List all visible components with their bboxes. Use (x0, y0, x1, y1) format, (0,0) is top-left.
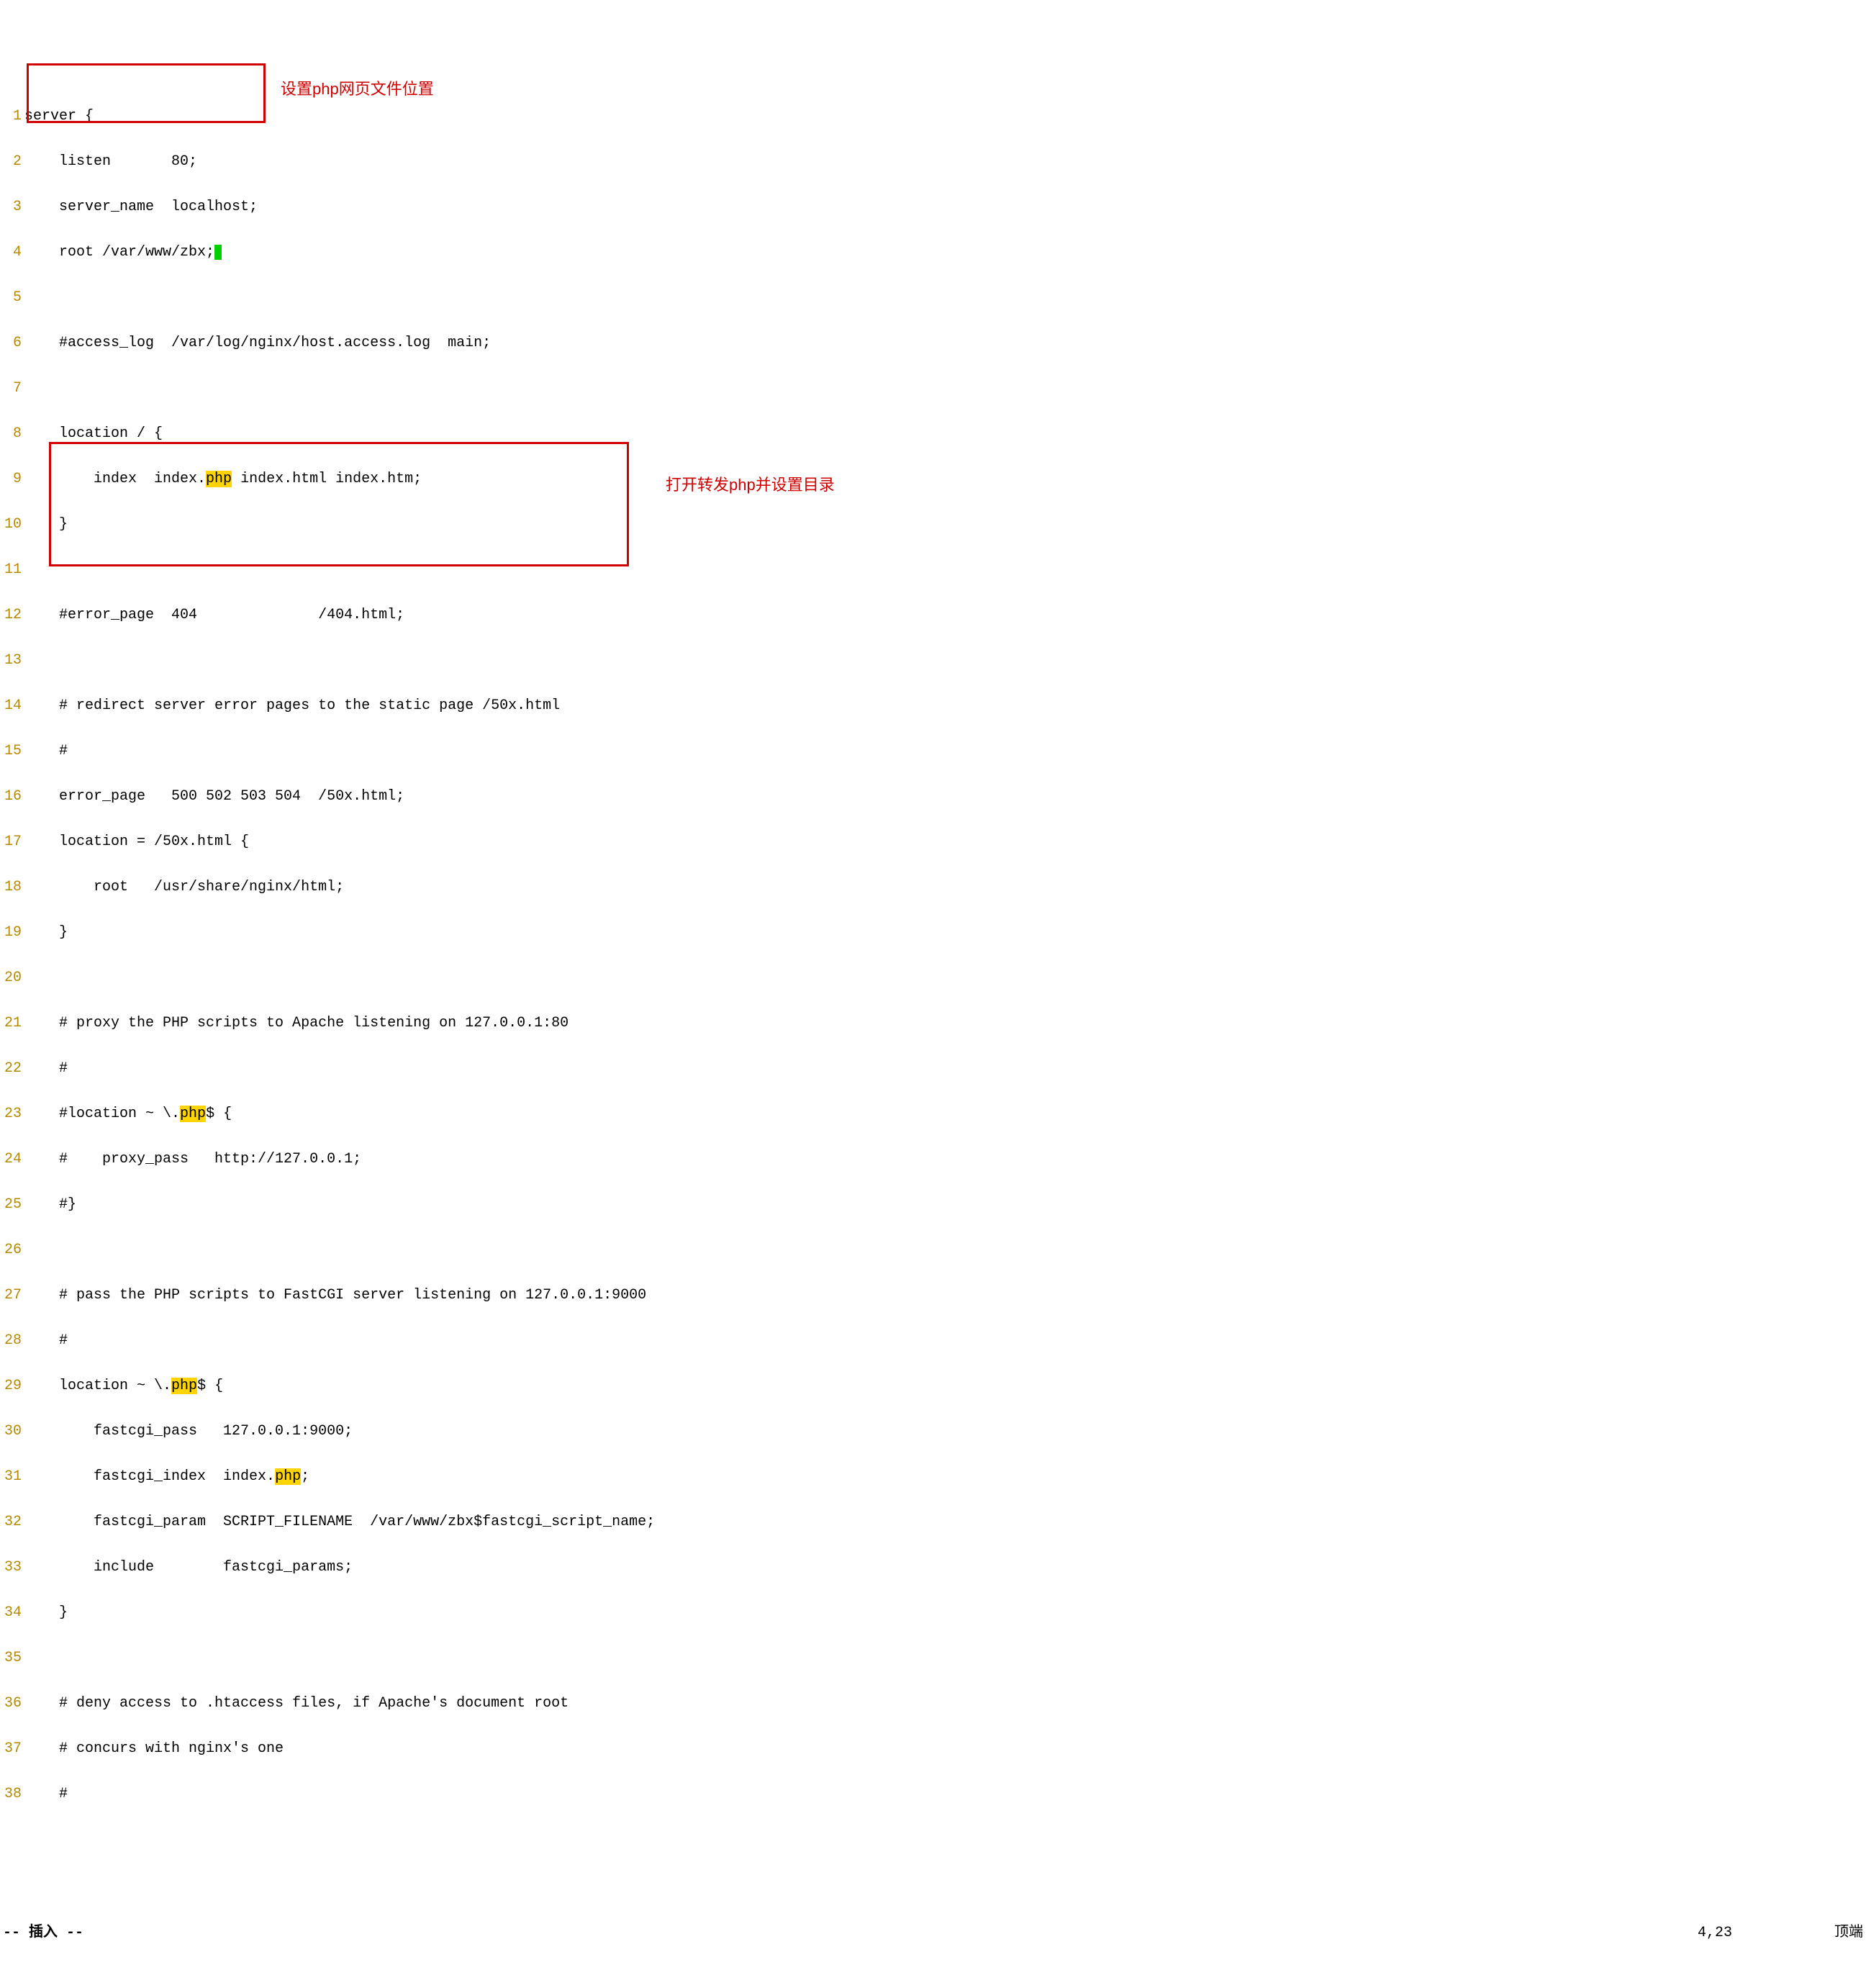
search-highlight: php (206, 471, 232, 487)
search-highlight: php (180, 1106, 206, 1122)
line-number: 38 (0, 1786, 24, 1802)
line-number: 8 (0, 426, 24, 441)
code-line[interactable]: include fastcgi_params; (24, 1560, 1866, 1575)
line-number: 5 (0, 290, 24, 305)
code-line[interactable]: server { (24, 109, 1866, 124)
code-line[interactable]: # (24, 1061, 1866, 1076)
line-number: 29 (0, 1378, 24, 1393)
line-number: 18 (0, 880, 24, 895)
line-number: 27 (0, 1288, 24, 1303)
line-number: 37 (0, 1741, 24, 1756)
code-line[interactable]: location ~ \.php$ { (24, 1378, 1866, 1393)
line-number: 21 (0, 1016, 24, 1031)
code-line[interactable]: #access_log /var/log/nginx/host.access.l… (24, 335, 1866, 351)
code-line[interactable]: listen 80; (24, 154, 1866, 169)
code-line[interactable]: } (24, 925, 1866, 940)
code-line[interactable]: location = /50x.html { (24, 834, 1866, 849)
code-line[interactable]: # (24, 1333, 1866, 1348)
line-number: 9 (0, 471, 24, 487)
line-number: 11 (0, 562, 24, 577)
line-number: 16 (0, 789, 24, 804)
line-number: 13 (0, 653, 24, 668)
line-number: 30 (0, 1424, 24, 1439)
line-number: 24 (0, 1152, 24, 1167)
line-number: 1 (0, 109, 24, 124)
code-line[interactable]: fastcgi_param SCRIPT_FILENAME /var/www/z… (24, 1514, 1866, 1530)
line-number: 20 (0, 970, 24, 985)
code-line[interactable]: fastcgi_index index.php; (24, 1469, 1866, 1484)
code-line[interactable]: fastcgi_pass 127.0.0.1:9000; (24, 1424, 1866, 1439)
line-number: 22 (0, 1061, 24, 1076)
search-highlight: php (171, 1378, 197, 1394)
line-number: 10 (0, 517, 24, 532)
code-line[interactable]: root /usr/share/nginx/html; (24, 880, 1866, 895)
line-number: 28 (0, 1333, 24, 1348)
editor-viewport[interactable]: 1server { 2 listen 80; 3 server_name loc… (0, 60, 1866, 1895)
code-line[interactable]: server_name localhost; (24, 199, 1866, 214)
line-number: 14 (0, 698, 24, 713)
search-highlight: php (275, 1468, 301, 1485)
line-number: 26 (0, 1242, 24, 1257)
code-line[interactable]: index index.php index.html index.htm; (24, 471, 1866, 487)
code-line[interactable]: # (24, 1786, 1866, 1802)
line-number: 4 (0, 245, 24, 260)
code-line[interactable]: root /var/www/zbx; (24, 245, 1866, 260)
annotation-label-fastcgi: 打开转发php并设置目录 (666, 476, 835, 493)
line-number: 36 (0, 1696, 24, 1711)
line-number: 2 (0, 154, 24, 169)
vim-cursor-position: 4,23 (1698, 1925, 1834, 1940)
code-line[interactable]: } (24, 517, 1866, 532)
code-line[interactable]: # pass the PHP scripts to FastCGI server… (24, 1288, 1866, 1303)
line-number: 3 (0, 199, 24, 214)
vim-statusbar: -- 插入 -- 4,23 顶端 (0, 1925, 1866, 1940)
cursor (214, 245, 222, 260)
line-number: 19 (0, 925, 24, 940)
code-line[interactable]: location / { (24, 426, 1866, 441)
code-line[interactable]: # redirect server error pages to the sta… (24, 698, 1866, 713)
line-number: 35 (0, 1650, 24, 1666)
code-line[interactable]: # deny access to .htaccess files, if Apa… (24, 1696, 1866, 1711)
code-line[interactable]: # proxy the PHP scripts to Apache listen… (24, 1016, 1866, 1031)
vim-scroll-location: 顶端 (1834, 1925, 1863, 1940)
code-line[interactable]: # concurs with nginx's one (24, 1741, 1866, 1756)
code-line[interactable]: error_page 500 502 503 504 /50x.html; (24, 789, 1866, 804)
annotation-box-fastcgi (49, 442, 629, 566)
line-number: 6 (0, 335, 24, 351)
code-line[interactable]: } (24, 1605, 1866, 1620)
line-number: 15 (0, 744, 24, 759)
line-number: 34 (0, 1605, 24, 1620)
code-line[interactable]: #error_page 404 /404.html; (24, 607, 1866, 623)
code-line[interactable]: #location ~ \.php$ { (24, 1106, 1866, 1121)
line-number: 17 (0, 834, 24, 849)
vim-mode: -- 插入 -- (3, 1925, 83, 1940)
code-line[interactable]: #} (24, 1197, 1866, 1212)
line-number: 31 (0, 1469, 24, 1484)
line-number: 23 (0, 1106, 24, 1121)
annotation-label-server: 设置php网页文件位置 (281, 81, 434, 97)
code-line[interactable]: # (24, 744, 1866, 759)
line-number: 12 (0, 607, 24, 623)
code-line[interactable]: # proxy_pass http://127.0.0.1; (24, 1152, 1866, 1167)
line-number: 7 (0, 381, 24, 396)
line-number: 25 (0, 1197, 24, 1212)
line-number: 33 (0, 1560, 24, 1575)
line-number: 32 (0, 1514, 24, 1530)
